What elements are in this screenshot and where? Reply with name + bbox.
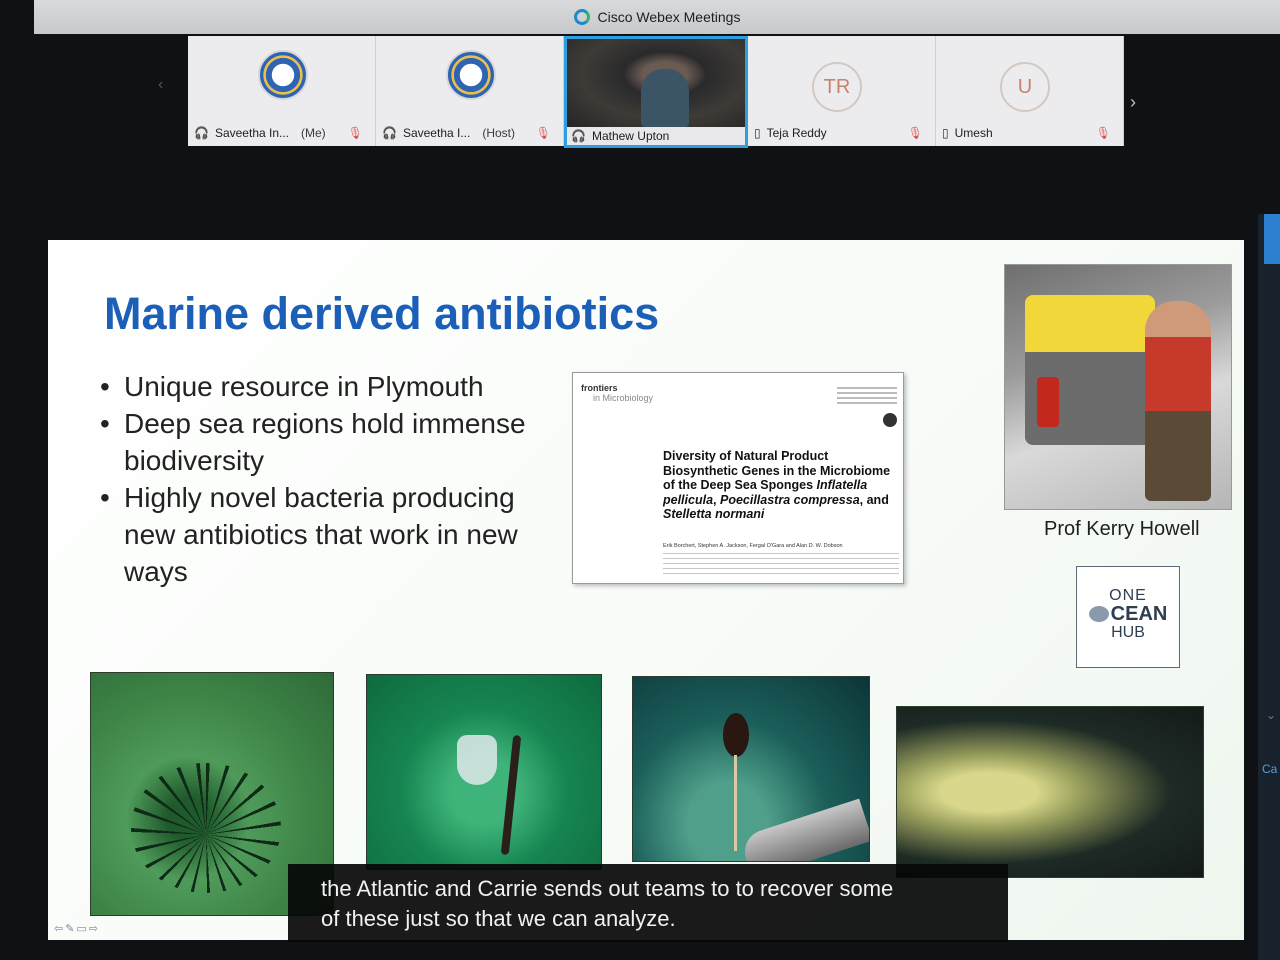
participant-video xyxy=(567,39,745,127)
participant-tile[interactable]: U ▯ Umesh 🎙 xyxy=(936,36,1124,146)
chevron-down-icon[interactable]: ⌄ xyxy=(1266,708,1276,722)
paper-affiliations xyxy=(663,553,899,577)
paper-authors: Erik Borchert, Stephen A. Jackson, Ferga… xyxy=(663,543,843,549)
phone-icon: ▯ xyxy=(754,126,761,140)
journal-name: frontiers xyxy=(581,383,618,393)
participant-tag: (Host) xyxy=(482,126,516,140)
participant-avatar: U xyxy=(1000,62,1050,112)
participant-avatar xyxy=(258,50,308,100)
caption-line: of these just so that we can analyze. xyxy=(321,906,676,931)
participant-name: Umesh xyxy=(954,126,993,140)
mic-muted-icon[interactable]: 🎙 xyxy=(348,126,363,140)
annotation-tools-icon[interactable]: ⇦✎▭⇨ xyxy=(54,922,100,935)
photo-caption: Prof Kerry Howell xyxy=(1044,518,1200,540)
seafloor-stalk-photo xyxy=(632,676,870,862)
paper-header-lines xyxy=(837,387,897,405)
rov-float xyxy=(1037,377,1059,427)
participant-name: Saveetha I... xyxy=(402,126,471,140)
strip-prev-icon[interactable]: ‹ xyxy=(158,76,163,94)
headset-icon: 🎧 xyxy=(382,126,397,140)
paper-thumbnail: frontiers in Microbiology Diversity of N… xyxy=(572,372,904,584)
window-titlebar: Cisco Webex Meetings xyxy=(34,0,1280,34)
participant-tile[interactable]: 🎧 Saveetha I... (Host) 🎙 xyxy=(376,36,564,146)
paper-title: Diversity of Natural Product Biosyntheti… xyxy=(663,449,891,521)
slide-title: Marine derived antibiotics xyxy=(104,288,660,339)
open-access-icon xyxy=(883,413,897,427)
participant-name: Mathew Upton xyxy=(591,129,670,143)
headset-icon: 🎧 xyxy=(571,129,586,143)
shared-slide: Marine derived antibiotics Unique resour… xyxy=(48,240,1244,940)
headset-icon: 🎧 xyxy=(194,126,209,140)
participant-tag: (Me) xyxy=(301,126,326,140)
strip-next-icon[interactable]: › xyxy=(1130,92,1136,113)
bullet-item: Unique resource in Plymouth xyxy=(100,368,560,405)
side-panel-edge: ⌄ Ca xyxy=(1258,214,1280,960)
webex-logo-icon xyxy=(573,9,590,25)
participant-avatar xyxy=(446,50,496,100)
participant-avatar: TR xyxy=(812,62,862,112)
participant-tile-active-speaker[interactable]: 🎧 Mathew Upton xyxy=(564,36,748,148)
journal-subtitle: in Microbiology xyxy=(593,393,654,403)
participant-tile[interactable]: 🎧 Saveetha In... (Me) 🎙 xyxy=(188,36,376,146)
rov-photo xyxy=(1004,264,1232,510)
mic-muted-icon[interactable]: 🎙 xyxy=(908,126,923,140)
live-captions: the Atlantic and Carrie sends out teams … xyxy=(288,864,1008,942)
seafloor-sponge-photo xyxy=(366,674,602,870)
participant-name: Teja Reddy xyxy=(766,126,827,140)
slide-bullets: Unique resource in Plymouth Deep sea reg… xyxy=(100,368,560,590)
caption-line: the Atlantic and Carrie sends out teams … xyxy=(321,876,894,901)
window-title: Cisco Webex Meetings xyxy=(597,9,741,25)
participant-name: Saveetha In... xyxy=(214,126,290,140)
participant-strip: 🎧 Saveetha In... (Me) 🎙 🎧 Saveetha I... … xyxy=(188,36,1124,152)
mic-muted-icon[interactable]: 🎙 xyxy=(1096,126,1111,140)
bullet-item: Highly novel bacteria producing new anti… xyxy=(100,479,560,590)
participant-tile[interactable]: TR ▯ Teja Reddy 🎙 xyxy=(748,36,936,146)
one-ocean-hub-logo: ONE CEAN HUB xyxy=(1076,566,1180,668)
scientist-figure xyxy=(1145,301,1211,501)
bullet-item: Deep sea regions hold immense biodiversi… xyxy=(100,405,560,479)
seafloor-coral-photo xyxy=(896,706,1204,878)
phone-icon: ▯ xyxy=(942,126,949,140)
panel-label[interactable]: Ca xyxy=(1262,762,1277,776)
mic-muted-icon[interactable]: 🎙 xyxy=(536,126,551,140)
panel-tab[interactable] xyxy=(1264,214,1280,264)
